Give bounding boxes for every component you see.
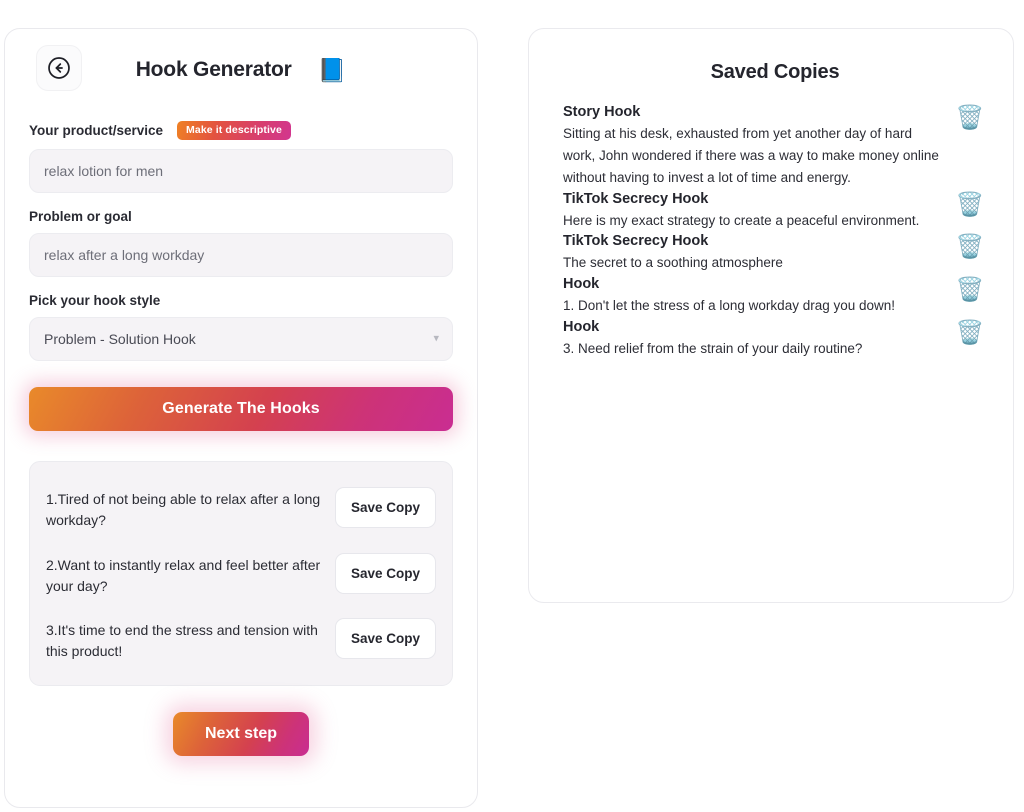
saved-copy-heading: Hook [563,276,600,293]
saved-copy-item: TikTok Secrecy Hook Here is my exact str… [563,189,987,232]
saved-copies-panel: Saved Copies Story Hook Sitting at his d… [528,28,1014,603]
generated-hook-text: 1.Tired of not being able to relax after… [46,491,321,529]
saved-copies-list: Story Hook Sitting at his desk, exhauste… [563,102,987,360]
saved-copy-text: 3. Need relief from the strain of your d… [563,341,863,357]
saved-copy-body: TikTok Secrecy Hook Here is my exact str… [563,189,943,232]
hook-style-label: Pick your hook style [29,293,161,308]
next-step-button[interactable]: Next step [173,711,309,756]
generated-hooks-list: 1.Tired of not being able to relax after… [29,461,453,686]
saved-copy-heading: TikTok Secrecy Hook [563,190,709,207]
saved-copy-item: TikTok Secrecy Hook The secret to a soot… [563,231,987,274]
generated-hook-row: 1.Tired of not being able to relax after… [46,480,436,546]
saved-copy-item: Hook 1. Don't let the stress of a long w… [563,274,987,317]
saved-copy-heading: Story Hook [563,104,641,120]
delete-saved-copy-icon[interactable]: 🗑️ [953,319,987,347]
saved-copies-title: Saved Copies [710,61,840,83]
saved-copy-item: Story Hook Sitting at his desk, exhauste… [563,102,987,189]
product-label-row: Your product/service Make it descriptive [29,121,453,140]
hook-generator-panel: Hook Generator 📘 Your product/service Ma… [4,28,478,808]
saved-copy-text: Sitting at his desk, exhausted from yet … [563,126,939,185]
generated-hook-text: 3.It's time to end the stress and tensio… [46,622,318,660]
panel-header: Hook Generator 📘 [29,29,453,105]
generated-hook-row: 3.It's time to end the stress and tensio… [46,611,436,663]
saved-copy-body: Story Hook Sitting at his desk, exhauste… [563,102,943,189]
saved-copy-heading: Hook [563,319,600,336]
title-row: Hook Generator 📘 [29,52,453,82]
generated-hook-text: 2.Want to instantly relax and feel bette… [46,556,321,594]
delete-saved-copy-icon[interactable]: 🗑️ [953,233,987,261]
page-title: Hook Generator [135,58,292,81]
saved-copy-body: Hook 3. Need relief from the strain of y… [563,317,943,360]
saved-copy-body: Hook 1. Don't let the stress of a long w… [563,274,943,317]
saved-copy-text: The secret to a soothing atmosphere [563,255,783,271]
hook-style-select[interactable]: Problem - Solution Hook [29,317,453,361]
generated-hook-row: 2.Want to instantly relax and feel bette… [46,546,436,612]
app-root: Hook Generator 📘 Your product/service Ma… [0,0,1024,812]
saved-copy-text: 1. Don't let the stress of a long workda… [563,298,896,314]
product-input[interactable] [29,149,453,193]
product-label: Your product/service [29,123,164,138]
generate-hooks-button[interactable]: Generate The Hooks [29,387,453,431]
problem-label: Problem or goal [29,209,132,224]
hook-style-select-wrap: Problem - Solution Hook ▾ [29,317,453,361]
delete-saved-copy-icon[interactable]: 🗑️ [953,104,987,132]
saved-copy-text: Here is my exact strategy to create a pe… [563,212,920,228]
save-copy-button[interactable]: Save Copy [335,487,436,528]
style-label-row: Pick your hook style [29,293,453,308]
save-copy-button[interactable]: Save Copy [335,552,436,594]
delete-saved-copy-icon[interactable]: 🗑️ [953,276,987,304]
back-button[interactable] [36,45,82,91]
arrow-left-circle-icon [46,55,72,81]
next-step-wrap: Next step [29,711,453,756]
problem-label-row: Problem or goal [29,209,453,224]
problem-input[interactable] [29,233,453,277]
delete-saved-copy-icon[interactable]: 🗑️ [953,191,987,219]
saved-copy-body: TikTok Secrecy Hook The secret to a soot… [563,231,943,274]
make-it-descriptive-badge: Make it descriptive [177,121,291,140]
save-copy-button[interactable]: Save Copy [335,618,436,660]
notebook-icon: 📘 [317,56,347,83]
saved-copy-heading: TikTok Secrecy Hook [563,233,709,250]
generate-button-wrap: Generate The Hooks [29,387,453,435]
saved-copy-item: Hook 3. Need relief from the strain of y… [563,317,987,360]
